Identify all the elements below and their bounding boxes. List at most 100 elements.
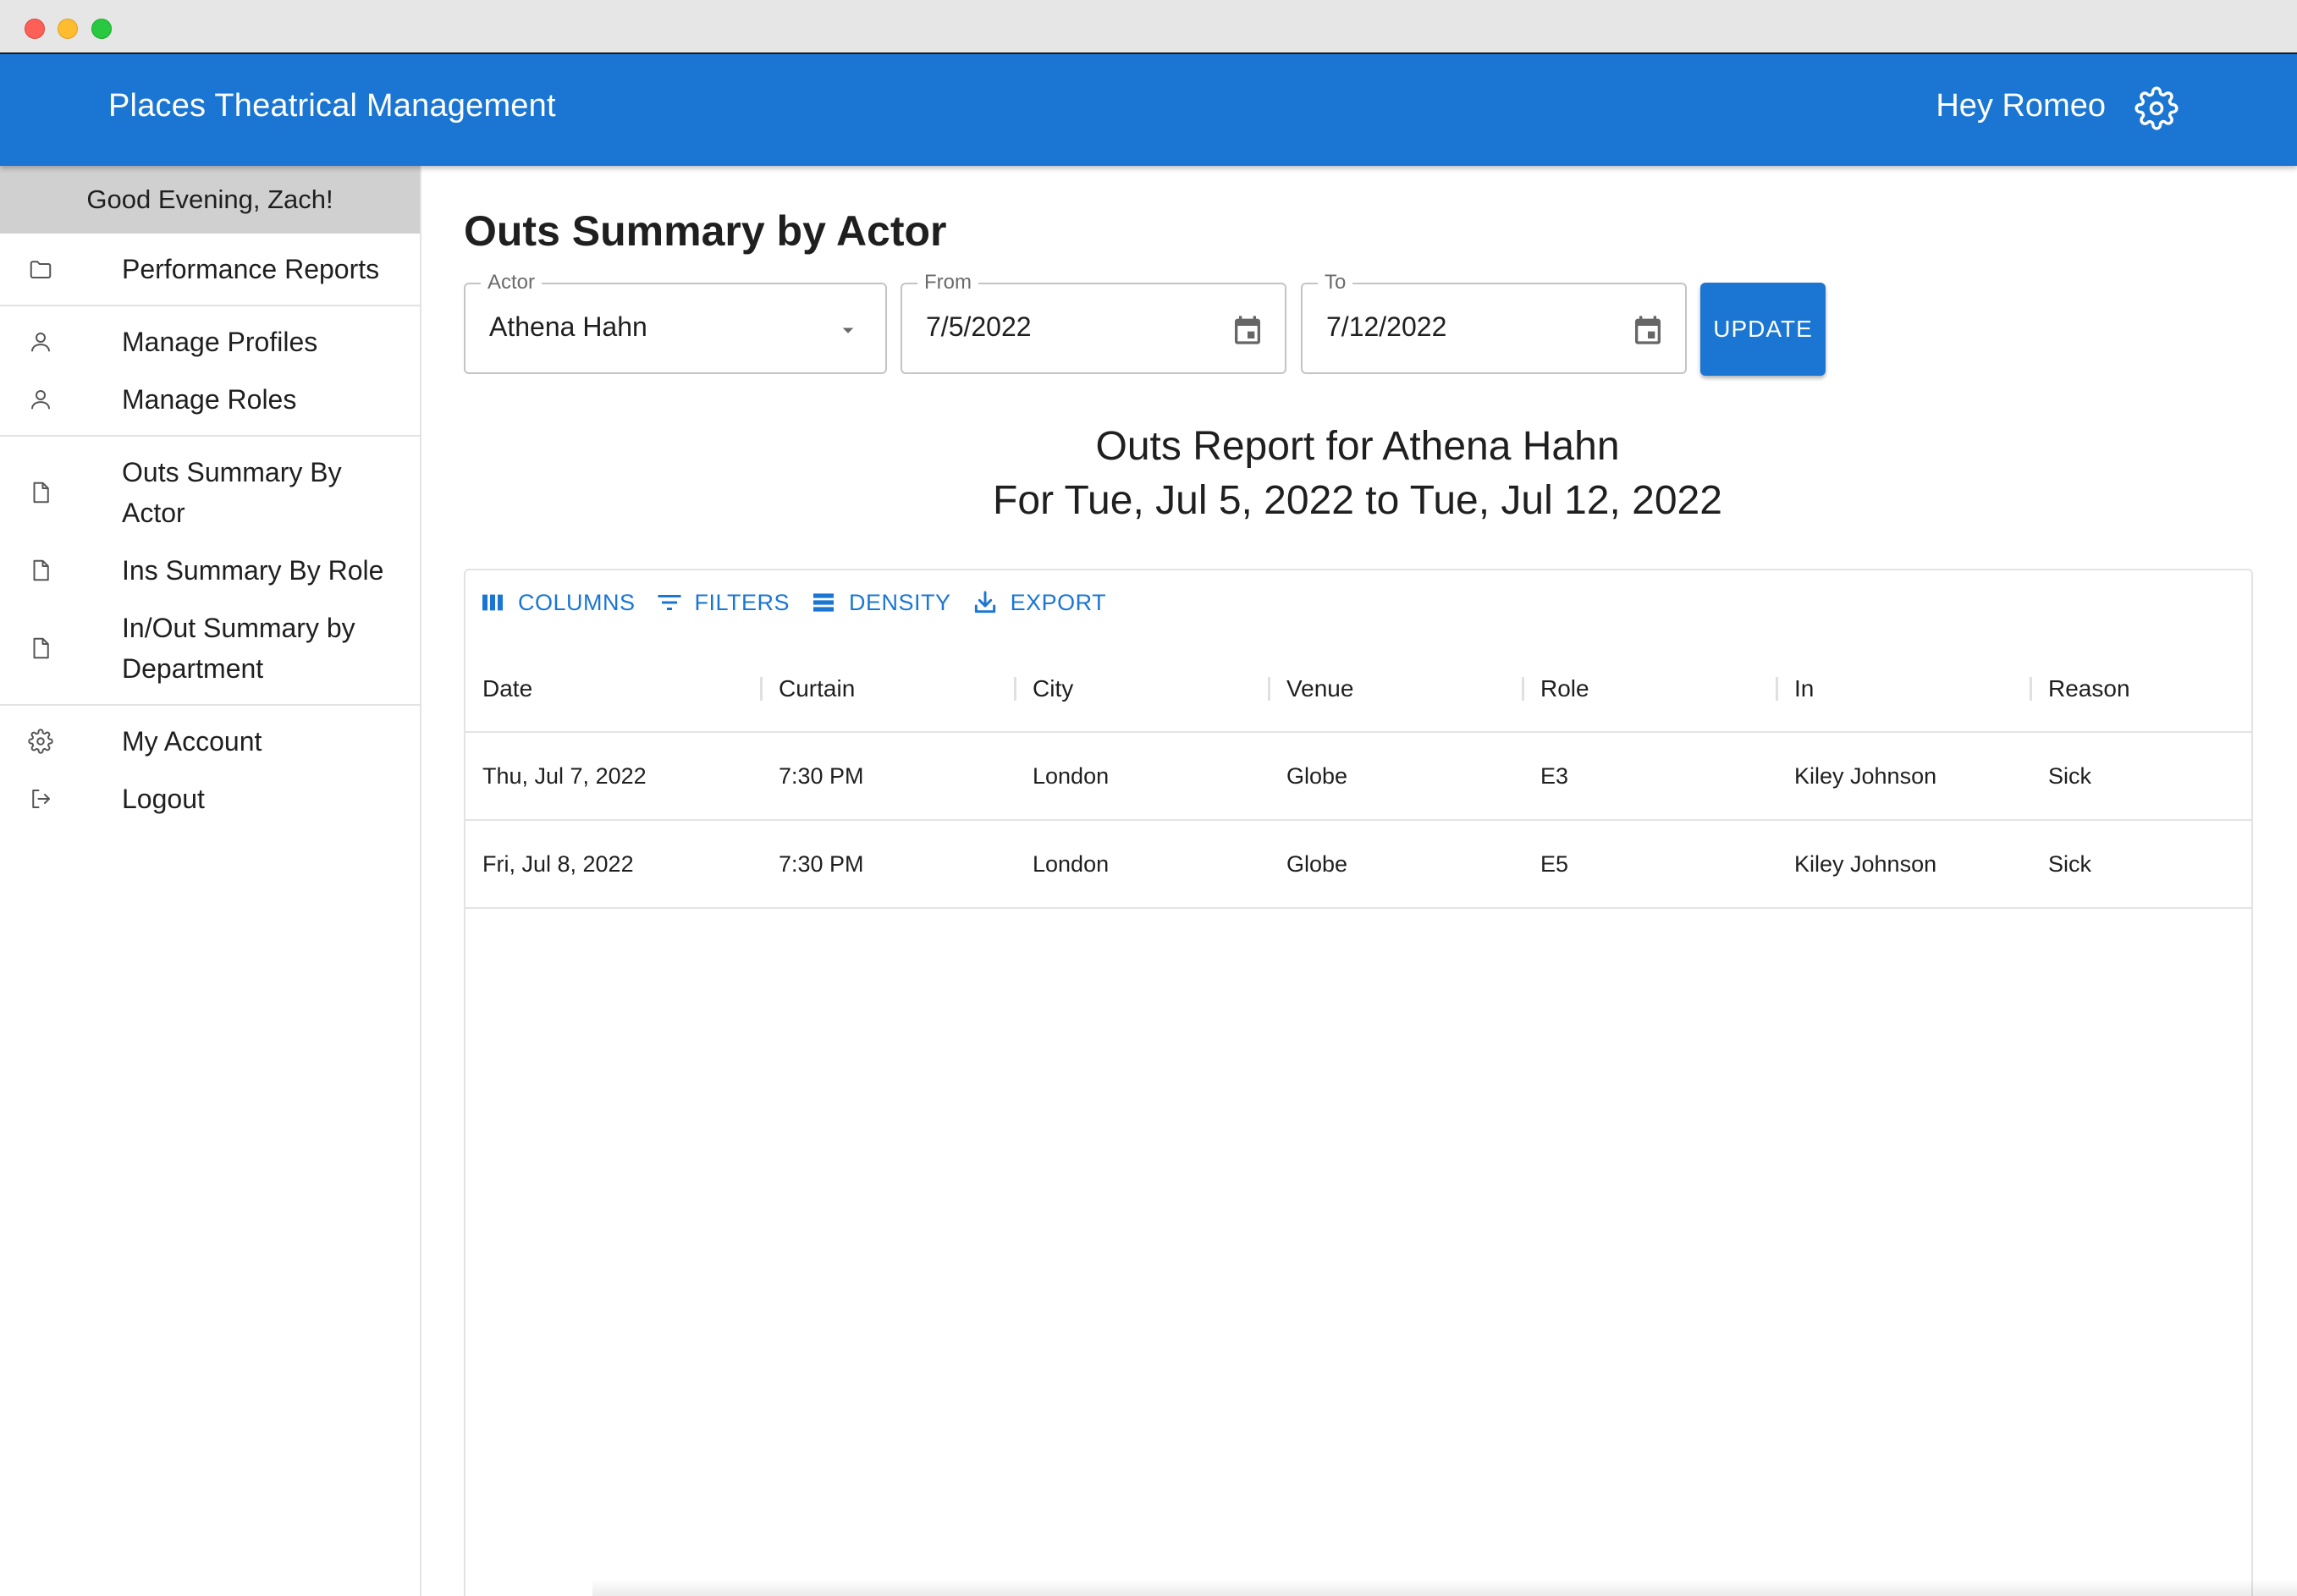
column-separator[interactable]: [1776, 677, 1778, 701]
sidebar-item-logout[interactable]: Logout: [0, 770, 420, 828]
window-minimize-button[interactable]: [58, 19, 78, 39]
update-button[interactable]: UPDATE: [1700, 283, 1826, 376]
cell-reason: Sick: [2048, 762, 2092, 789]
sidebar: Good Evening, Zach! Performance Reports …: [0, 166, 421, 1596]
main-content: Outs Summary by Actor Actor Athena Hahn …: [421, 166, 2297, 1596]
from-date-field[interactable]: From 7/5/2022: [901, 271, 1286, 374]
actor-select[interactable]: Actor Athena Hahn: [464, 271, 887, 374]
cell-curtain: 7:30 PM: [779, 762, 864, 789]
to-label: To: [1318, 271, 1353, 294]
filters-label: FILTERS: [694, 589, 790, 615]
column-separator[interactable]: [760, 677, 763, 701]
columns-icon: [477, 587, 508, 618]
cell-city: London: [1033, 762, 1110, 789]
table-row[interactable]: Thu, Jul 7, 2022 7:30 PM London Globe E3…: [465, 733, 2251, 821]
nav-group-reports: Performance Reports: [0, 234, 420, 306]
from-label: From: [917, 271, 978, 294]
sidebar-item-label: Performance Reports: [122, 254, 380, 284]
density-icon: [808, 587, 839, 618]
app-title: Places Theatrical Management: [108, 88, 556, 124]
cell-role: E5: [1540, 850, 1569, 877]
sidebar-item-label: Manage Roles: [122, 384, 297, 415]
download-icon: [970, 587, 1000, 618]
sidebar-item-label: Ins Summary By Role: [122, 555, 384, 586]
sidebar-item-label: In/Out Summary by Department: [122, 613, 355, 684]
user-greeting: Hey Romeo: [1936, 88, 2106, 124]
column-header-reason[interactable]: Reason: [2048, 647, 2130, 731]
column-separator[interactable]: [1522, 677, 1524, 701]
sidebar-item-manage-roles[interactable]: Manage Roles: [0, 371, 420, 428]
document-icon: [27, 557, 54, 584]
column-header-venue[interactable]: Venue: [1286, 647, 1353, 731]
dropdown-arrow-icon: [829, 311, 867, 349]
density-button[interactable]: DENSITY: [808, 587, 951, 618]
calendar-icon[interactable]: [1629, 311, 1666, 349]
sidebar-item-label: Logout: [122, 784, 205, 814]
window-titlebar: [0, 0, 2297, 54]
calendar-icon[interactable]: [1229, 311, 1266, 349]
sidebar-item-manage-profiles[interactable]: Manage Profiles: [0, 313, 420, 371]
cell-venue: Globe: [1286, 762, 1348, 789]
cell-reason: Sick: [2048, 850, 2092, 877]
column-header-in[interactable]: In: [1794, 647, 1814, 731]
to-value: 7/12/2022: [1326, 311, 1447, 342]
sidebar-item-label: My Account: [122, 726, 262, 757]
app-bar: Places Theatrical Management Hey Romeo: [0, 54, 2297, 166]
folder-icon: [27, 256, 54, 283]
column-header-role[interactable]: Role: [1540, 647, 1589, 731]
columns-label: COLUMNS: [518, 589, 636, 615]
document-icon: [27, 635, 54, 662]
person-icon: [27, 328, 54, 355]
sidebar-item-label: Manage Profiles: [122, 327, 318, 357]
document-icon: [27, 479, 54, 506]
settings-button[interactable]: [2133, 85, 2180, 135]
logout-icon: [27, 785, 54, 812]
gear-icon: [2135, 85, 2179, 135]
window-close-button[interactable]: [25, 19, 45, 39]
report-heading-range: For Tue, Jul 5, 2022 to Tue, Jul 12, 202…: [993, 478, 1722, 523]
cell-venue: Globe: [1286, 850, 1348, 877]
sidebar-item-label: Outs Summary By Actor: [122, 457, 342, 528]
sidebar-item-outs-summary-by-actor[interactable]: Outs Summary By Actor: [0, 443, 420, 542]
grid-toolbar: COLUMNS FILTERS DENSITY EXPORT: [477, 587, 1125, 618]
column-separator[interactable]: [2030, 677, 2032, 701]
cell-role: E3: [1540, 762, 1569, 789]
sidebar-item-my-account[interactable]: My Account: [0, 713, 420, 770]
sidebar-item-inout-summary-by-department[interactable]: In/Out Summary by Department: [0, 599, 420, 697]
columns-button[interactable]: COLUMNS: [477, 587, 636, 618]
actor-value: Athena Hahn: [489, 311, 647, 342]
column-header-city[interactable]: City: [1033, 647, 1073, 731]
nav-group-summaries: Outs Summary By Actor Ins Summary By Rol…: [0, 437, 420, 706]
report-heading: Outs Report for Athena Hahn For Tue, Jul…: [464, 420, 2251, 528]
app-window: Places Theatrical Management Hey Romeo G…: [0, 0, 2297, 1596]
window-maximize-button[interactable]: [91, 19, 112, 39]
actor-label: Actor: [481, 271, 543, 294]
sidebar-item-ins-summary-by-role[interactable]: Ins Summary By Role: [0, 542, 420, 599]
table-row[interactable]: Fri, Jul 8, 2022 7:30 PM London Globe E5…: [465, 821, 2251, 909]
nav-group-manage: Manage Profiles Manage Roles: [0, 306, 420, 437]
sidebar-greeting: Good Evening, Zach!: [0, 166, 420, 234]
grid-header: Date Curtain City Venue Role In Reason: [465, 647, 2251, 733]
report-heading-actor: Outs Report for Athena Hahn: [1095, 424, 1620, 469]
density-label: DENSITY: [849, 589, 951, 615]
gear-icon: [27, 728, 54, 755]
column-header-curtain[interactable]: Curtain: [779, 647, 855, 731]
page-title: Outs Summary by Actor: [464, 207, 947, 255]
filters-button[interactable]: FILTERS: [654, 587, 790, 618]
cell-city: London: [1033, 850, 1110, 877]
nav-group-account: My Account Logout: [0, 706, 420, 834]
to-date-field[interactable]: To 7/12/2022: [1301, 271, 1687, 374]
window-bottom-shadow: [592, 1579, 2297, 1596]
column-header-date[interactable]: Date: [482, 647, 532, 731]
column-separator[interactable]: [1014, 677, 1016, 701]
person-icon: [27, 386, 54, 413]
cell-date: Thu, Jul 7, 2022: [482, 762, 647, 789]
data-grid: COLUMNS FILTERS DENSITY EXPORT Date Curt…: [464, 569, 2253, 1596]
cell-curtain: 7:30 PM: [779, 850, 864, 877]
cell-in: Kiley Johnson: [1794, 850, 1937, 877]
cell-in: Kiley Johnson: [1794, 762, 1937, 789]
sidebar-item-performance-reports[interactable]: Performance Reports: [0, 240, 420, 298]
column-separator[interactable]: [1268, 677, 1270, 701]
from-value: 7/5/2022: [926, 311, 1032, 342]
export-button[interactable]: EXPORT: [970, 587, 1107, 618]
